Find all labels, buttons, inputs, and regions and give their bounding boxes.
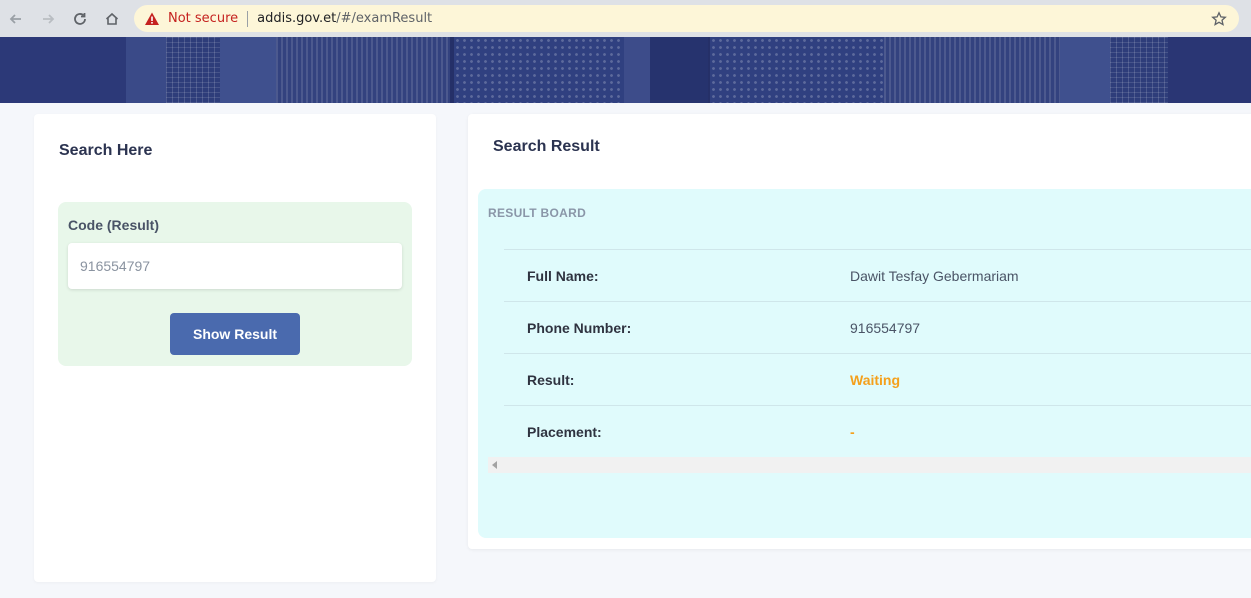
table-row: Phone Number: 916554797	[504, 301, 1251, 353]
phone-number-value: 916554797	[850, 320, 921, 336]
browser-toolbar: Not secure addis.gov.et/#/examResult	[0, 0, 1251, 37]
back-icon	[9, 13, 21, 24]
home-button[interactable]	[96, 1, 128, 37]
search-form: Code (Result) Show Result	[58, 202, 412, 366]
full-name-label: Full Name:	[527, 268, 599, 284]
placement-value: -	[850, 424, 855, 440]
home-icon	[105, 12, 119, 25]
reload-button[interactable]	[64, 1, 96, 37]
table-row: Result: Waiting	[504, 353, 1251, 405]
horizontal-scrollbar[interactable]	[488, 457, 1251, 473]
result-label: Result:	[527, 372, 575, 388]
security-status[interactable]: Not secure	[168, 11, 238, 26]
scroll-left-arrow-icon[interactable]	[492, 461, 497, 469]
result-card-title: Search Result	[493, 138, 600, 155]
url-path: /#/examResult	[336, 11, 433, 26]
forward-icon	[43, 13, 55, 24]
code-label: Code (Result)	[68, 217, 159, 233]
placement-label: Placement:	[527, 424, 602, 440]
warning-icon	[144, 11, 160, 27]
show-result-button[interactable]: Show Result	[170, 313, 300, 355]
omnibox-divider	[247, 10, 249, 27]
search-card: Search Here Code (Result) Show Result	[34, 114, 436, 582]
result-table: Full Name: Dawit Tesfay Gebermariam Phon…	[504, 249, 1251, 457]
result-card: Search Result RESULT BOARD Full Name: Da…	[468, 114, 1251, 549]
table-row: Full Name: Dawit Tesfay Gebermariam	[504, 249, 1251, 301]
url-text[interactable]: addis.gov.et/#/examResult	[257, 11, 432, 26]
table-row: Placement: -	[504, 405, 1251, 457]
phone-number-label: Phone Number:	[527, 320, 632, 336]
back-button[interactable]	[0, 1, 32, 37]
bookmark-star-icon[interactable]	[1209, 9, 1229, 29]
result-board-label: RESULT BOARD	[488, 206, 587, 220]
full-name-value: Dawit Tesfay Gebermariam	[850, 268, 1019, 284]
code-input[interactable]	[68, 243, 402, 289]
result-status-value: Waiting	[850, 372, 901, 388]
address-bar[interactable]: Not secure addis.gov.et/#/examResult	[134, 5, 1239, 32]
search-card-title: Search Here	[59, 142, 153, 159]
url-host: addis.gov.et	[257, 11, 337, 26]
reload-icon	[74, 12, 86, 25]
forward-button[interactable]	[32, 1, 64, 37]
result-board: RESULT BOARD Full Name: Dawit Tesfay Geb…	[478, 189, 1251, 538]
header-banner-image	[0, 37, 1251, 103]
